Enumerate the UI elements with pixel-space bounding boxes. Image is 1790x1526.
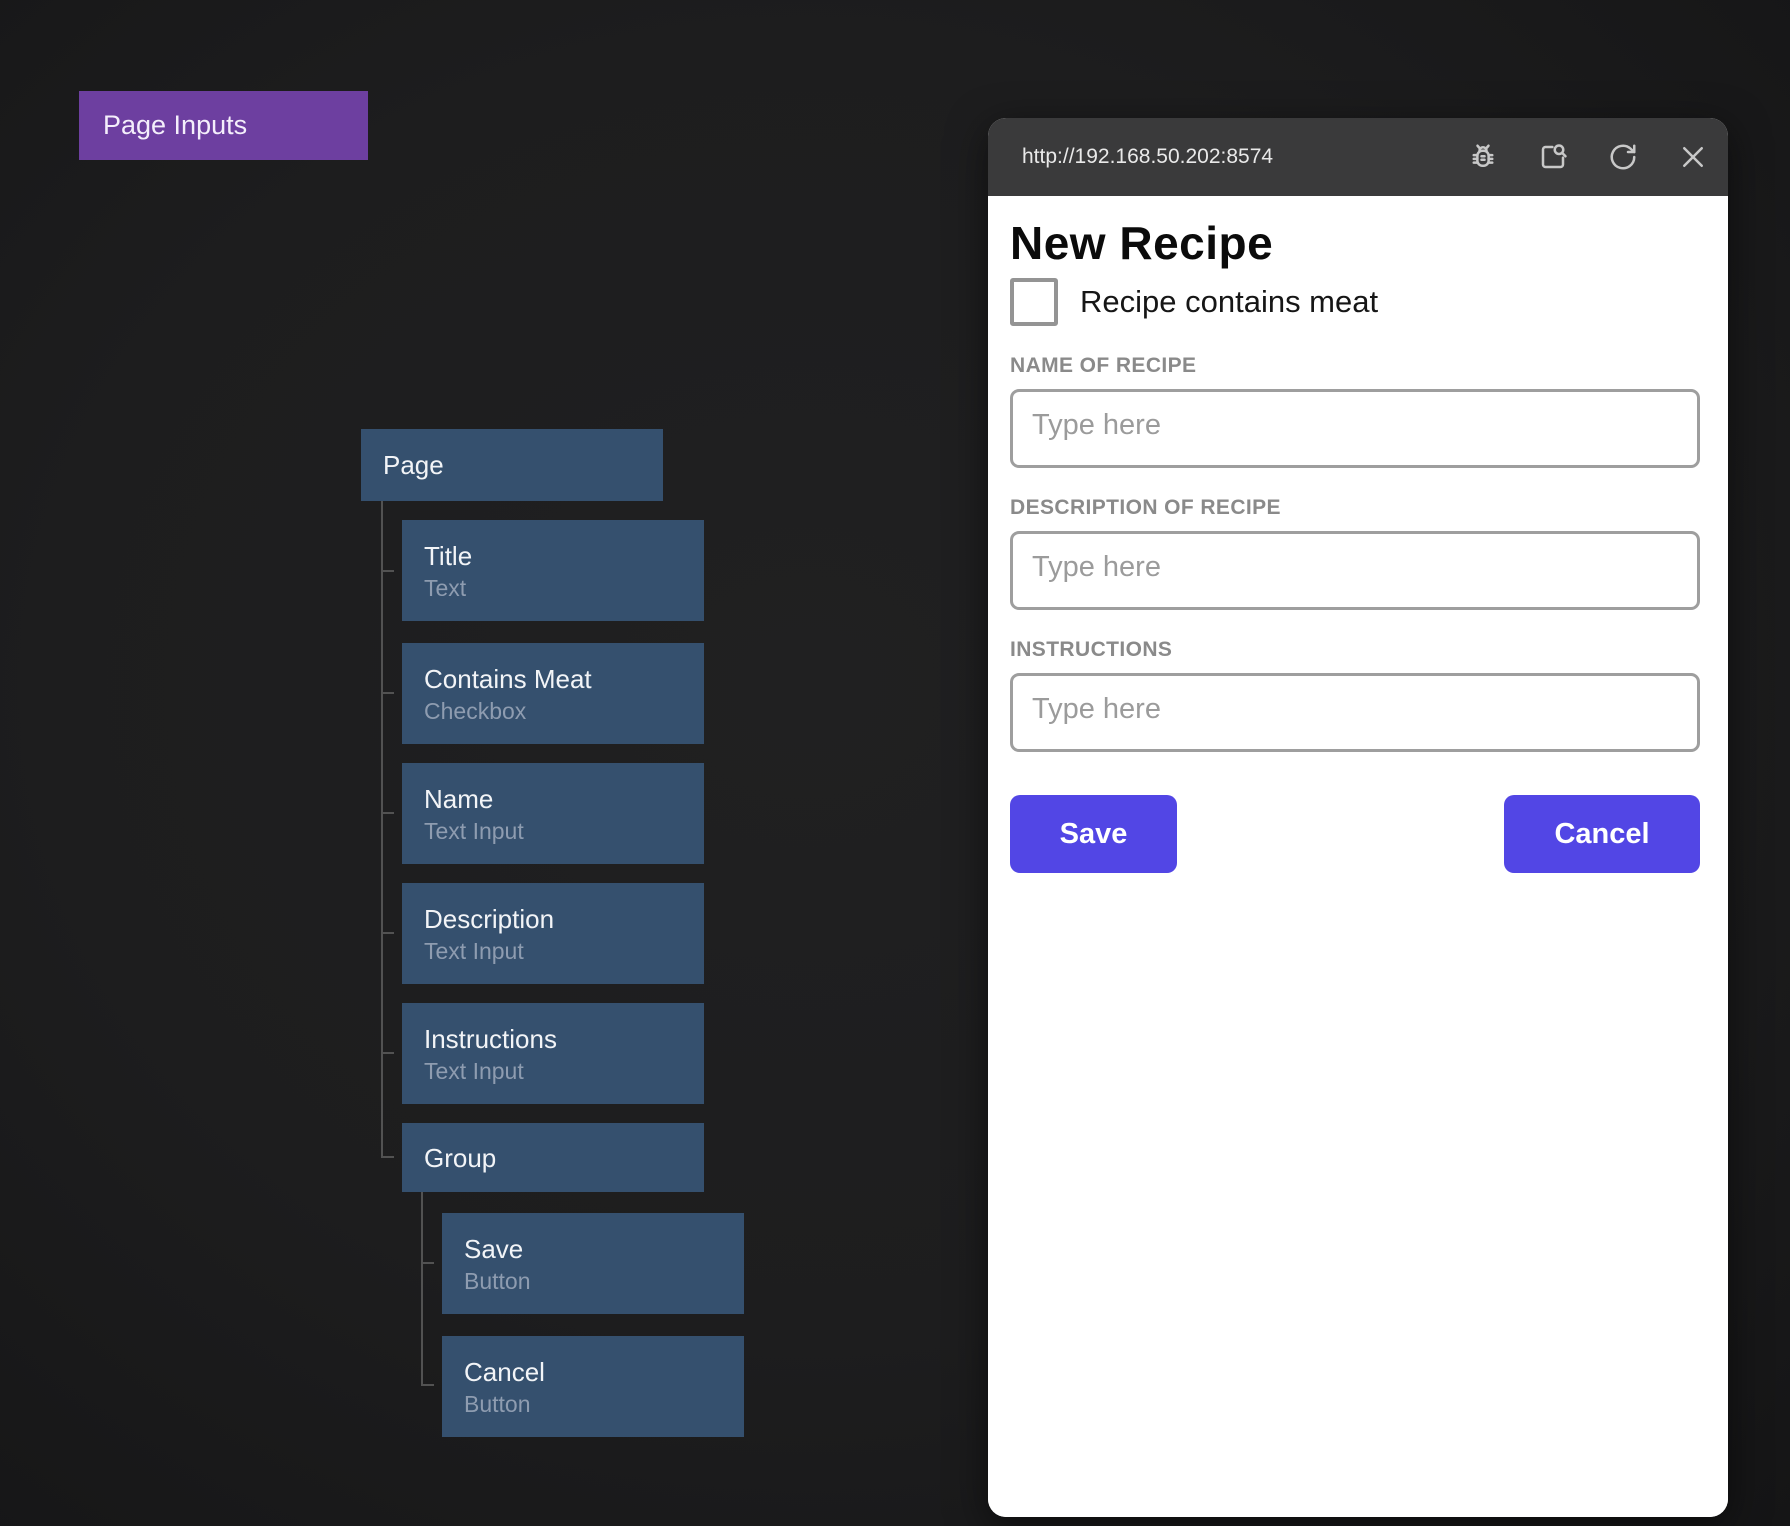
preview-titlebar: http://192.168.50.202:8574 <box>988 118 1728 196</box>
page-inputs-badge[interactable]: Page Inputs <box>79 91 368 160</box>
tree-node-label: Description <box>424 902 704 936</box>
form-actions: Save Cancel <box>1010 795 1700 873</box>
inspect-icon[interactable] <box>1536 140 1570 174</box>
preview-page: New Recipe Recipe contains meat NAME OF … <box>988 196 1728 1517</box>
tree-branch-line <box>381 932 394 934</box>
instructions-input[interactable] <box>1010 673 1700 752</box>
tree-node-type: Text Input <box>424 936 704 966</box>
bug-icon[interactable] <box>1466 140 1500 174</box>
url-bar[interactable]: http://192.168.50.202:8574 <box>1022 145 1430 169</box>
tree-node-label: Title <box>424 539 704 573</box>
tree-node-type: Text Input <box>424 1056 704 1086</box>
bug-icon-svg <box>1468 142 1498 172</box>
tree-branch-line <box>381 1156 394 1158</box>
tree-node-type: Button <box>464 1389 744 1419</box>
tree-node-contains-meat[interactable]: Contains Meat Checkbox <box>402 643 704 744</box>
name-input[interactable] <box>1010 389 1700 468</box>
tree-node-type: Text <box>424 573 704 603</box>
meat-checkbox-row: Recipe contains meat <box>1010 278 1700 326</box>
close-icon-svg <box>1678 142 1708 172</box>
cancel-button[interactable]: Cancel <box>1504 795 1700 873</box>
tree-node-label: Contains Meat <box>424 662 704 696</box>
inspect-icon-svg <box>1538 142 1568 172</box>
tree-node-instructions[interactable]: Instructions Text Input <box>402 1003 704 1104</box>
tree-node-type: Button <box>464 1266 744 1296</box>
close-icon[interactable] <box>1676 140 1710 174</box>
name-field-label: NAME OF RECIPE <box>1010 354 1700 378</box>
tree-branch-line <box>381 692 394 694</box>
tree-node-title[interactable]: Title Text <box>402 520 704 621</box>
tree-node-save[interactable]: Save Button <box>442 1213 744 1314</box>
instructions-field-label: INSTRUCTIONS <box>1010 638 1700 662</box>
page-title: New Recipe <box>1010 216 1700 270</box>
tree-node-page[interactable]: Page <box>361 429 663 501</box>
tree-node-label: Group <box>424 1141 704 1175</box>
tree-branch-line <box>381 812 394 814</box>
tree-node-group[interactable]: Group <box>402 1123 704 1192</box>
refresh-icon-svg <box>1608 142 1638 172</box>
tree-branch-line <box>421 1384 434 1386</box>
tree-node-label: Cancel <box>464 1355 744 1389</box>
tree-node-label: Page <box>383 448 663 482</box>
tree-node-cancel[interactable]: Cancel Button <box>442 1336 744 1437</box>
tree-branch-line <box>421 1262 434 1264</box>
tree-node-label: Name <box>424 782 704 816</box>
meat-checkbox[interactable] <box>1010 278 1058 326</box>
meat-checkbox-label: Recipe contains meat <box>1080 284 1378 320</box>
tree-node-label: Instructions <box>424 1022 704 1056</box>
tree-node-name[interactable]: Name Text Input <box>402 763 704 864</box>
preview-window: http://192.168.50.202:8574 <box>988 118 1728 1517</box>
page-inputs-label: Page Inputs <box>103 110 247 141</box>
refresh-icon[interactable] <box>1606 140 1640 174</box>
tree-node-type: Checkbox <box>424 696 704 726</box>
app-canvas: Page Inputs Page Title Text Contains Mea… <box>0 0 1790 1526</box>
tree-node-label: Save <box>464 1232 744 1266</box>
description-field-label: DESCRIPTION OF RECIPE <box>1010 496 1700 520</box>
save-button[interactable]: Save <box>1010 795 1177 873</box>
tree-trunk-line <box>381 501 383 1158</box>
tree-group-trunk-line <box>421 1192 423 1386</box>
tree-node-type: Text Input <box>424 816 704 846</box>
tree-node-description[interactable]: Description Text Input <box>402 883 704 984</box>
description-input[interactable] <box>1010 531 1700 610</box>
tree-branch-line <box>381 570 394 572</box>
tree-branch-line <box>381 1052 394 1054</box>
